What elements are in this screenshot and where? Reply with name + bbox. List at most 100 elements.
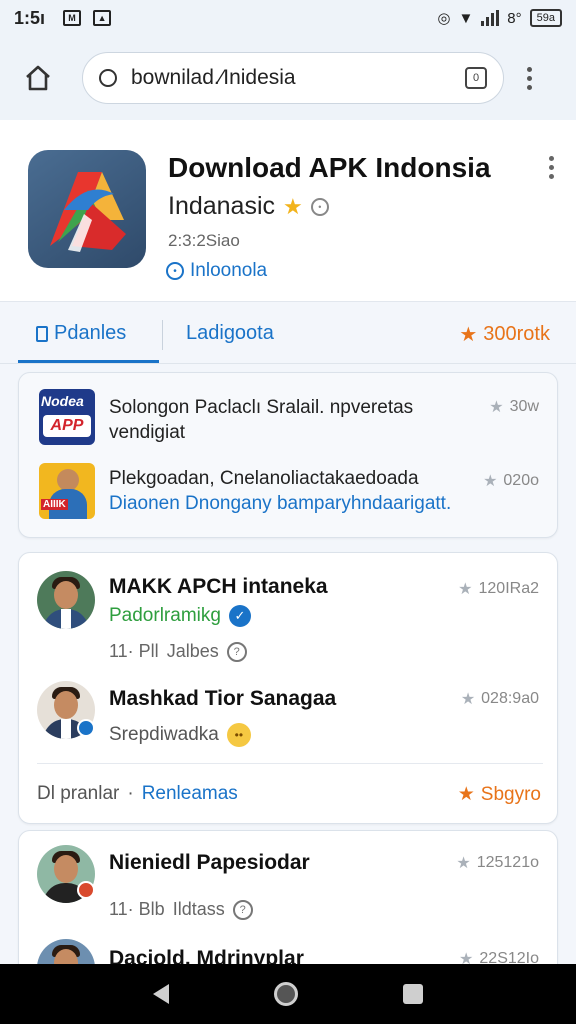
notification-icon: M bbox=[63, 10, 82, 26]
thumbnail-label: AIIIK bbox=[41, 499, 68, 510]
post-author[interactable]: Padorlramikg bbox=[109, 605, 221, 627]
list-item-title: Plekgoadan, Cnelanoliactakaedoada bbox=[109, 468, 419, 489]
thumbnail-label: APP bbox=[43, 415, 91, 437]
gallery-notification-icon: ▲ bbox=[93, 10, 112, 26]
info-icon[interactable]: • bbox=[310, 197, 329, 216]
browser-menu-button[interactable] bbox=[514, 66, 544, 90]
globe-icon: • bbox=[166, 262, 184, 280]
app-meta: 2:3:2Siao bbox=[168, 231, 240, 250]
app-title: Download APK Indonsia bbox=[168, 152, 491, 183]
status-right: ◎ ▼ 8° 59а bbox=[437, 9, 562, 27]
address-bar[interactable]: bownilad.∕Inidesia 0 bbox=[82, 52, 504, 104]
app-subtitle-row: Indanasiс ★ • bbox=[168, 192, 329, 221]
more-vert-icon bbox=[526, 66, 532, 72]
star-icon: ★ bbox=[460, 691, 476, 708]
rating-value: 028:9a0 bbox=[481, 690, 539, 707]
tab-divider bbox=[162, 320, 163, 350]
tab-rating-value: 300rotk bbox=[483, 323, 550, 345]
featured-apps-card: Nodea APP Solongon Paclaclı Sralail. npv… bbox=[18, 372, 558, 538]
battery-icon: 59а bbox=[529, 9, 562, 27]
rating-value: 30w bbox=[509, 398, 539, 415]
vibrate-icon: ◎ bbox=[437, 10, 451, 27]
thumbnail-text: Nodea bbox=[41, 393, 84, 409]
status-badge-icon bbox=[77, 881, 95, 899]
footer-link[interactable]: Renleamas bbox=[142, 783, 238, 805]
app-thumbnail[interactable]: AIIIK bbox=[39, 463, 95, 519]
footer-rating[interactable]: ★ Sbgyro bbox=[458, 783, 541, 806]
more-vert-icon bbox=[549, 156, 554, 161]
card-footer: Dl pranlar · Renleamas bbox=[37, 783, 238, 805]
post-rating: ★ 028:9a0 bbox=[461, 689, 539, 709]
tab-label: Pdanles bbox=[54, 322, 127, 344]
avatar[interactable] bbox=[37, 571, 95, 629]
post-title[interactable]: MAKK APCH intaneka bbox=[109, 575, 328, 599]
home-button[interactable] bbox=[14, 54, 62, 102]
app-logo[interactable] bbox=[28, 150, 146, 268]
post-subtitle-row: Padorlramikg ✓ bbox=[109, 605, 251, 627]
post-meta-date: 11· Pll bbox=[109, 641, 159, 661]
star-icon: ★ bbox=[459, 324, 478, 346]
list-item-rating: ★ 30w bbox=[489, 397, 539, 417]
list-item-text[interactable]: Plekgoadan, Cnelanoliactakaedoada Diaone… bbox=[109, 466, 489, 516]
verified-badge-icon bbox=[77, 719, 95, 737]
post-meta: 11· Pll Jalbes ? bbox=[109, 641, 247, 662]
rating-value: 120IRa2 bbox=[478, 580, 540, 597]
star-icon: ★ bbox=[457, 784, 475, 805]
footer-text: Dl pranlar bbox=[37, 783, 120, 804]
list-item-text[interactable]: Solongon Paclaclı Sralail. npveretas ven… bbox=[109, 395, 469, 445]
app-region-link[interactable]: • Inloonola bbox=[166, 260, 267, 282]
home-nav-icon[interactable] bbox=[273, 982, 298, 1006]
back-icon[interactable] bbox=[152, 984, 169, 1004]
status-extra-text: 8° bbox=[507, 9, 522, 27]
post-title[interactable]: Nieniedl Papesiodar bbox=[109, 851, 310, 875]
rating-value: 020o bbox=[503, 472, 539, 489]
tab-label: Ladigoota bbox=[186, 322, 274, 344]
status-time: 1:5ı bbox=[14, 7, 46, 28]
star-icon: ★ bbox=[456, 855, 471, 872]
search-icon bbox=[99, 69, 117, 87]
list-item-link[interactable]: Diaonen Dnongany bamparyhndaarigatt. bbox=[109, 493, 451, 514]
post-meta-label: Ildtass bbox=[172, 899, 225, 919]
post-rating: ★ 125121o bbox=[456, 853, 539, 873]
star-icon: ★ bbox=[483, 473, 498, 490]
post-rating: ★ 120IRa2 bbox=[458, 579, 539, 599]
post-meta: 11· Blb Ildtass ? bbox=[109, 899, 253, 920]
system-navigation-bar bbox=[0, 964, 576, 1024]
verified-badge-icon: ✓ bbox=[228, 605, 251, 627]
rating-value: 125121o bbox=[476, 854, 539, 871]
wifi-icon: ▼ bbox=[458, 9, 474, 27]
tab-rating[interactable]: ★ 300rotk bbox=[459, 322, 550, 347]
post-title[interactable]: Mashkad Tior Sanagaa bbox=[109, 687, 336, 711]
url-text[interactable]: bownilad.∕Inidesia bbox=[131, 66, 465, 90]
star-icon: ★ bbox=[489, 399, 504, 416]
post-subtitle-row: Srepdiwadka •• bbox=[109, 723, 251, 747]
list-item-rating: ★ 020o bbox=[483, 471, 539, 491]
star-icon: ★ bbox=[458, 581, 473, 598]
recents-icon[interactable] bbox=[403, 984, 424, 1004]
footer-rating-value: Sbgyro bbox=[480, 783, 541, 805]
tab-bar: Pdanles Ladigoota ★ 300rotk bbox=[0, 302, 576, 364]
document-icon bbox=[36, 325, 48, 342]
post-meta-date: 11· Blb bbox=[109, 899, 165, 919]
app-subtitle: Indanasiс bbox=[168, 192, 276, 220]
post-author[interactable]: Srepdiwadka bbox=[109, 724, 219, 746]
tab-switcher-button[interactable]: 0 bbox=[465, 67, 487, 89]
app-menu-button[interactable] bbox=[549, 156, 554, 179]
posts-card: MAKK APCH intaneka Padorlramikg ✓ 11· Pl… bbox=[18, 552, 558, 824]
tab-downloads[interactable]: Ladigoota bbox=[186, 322, 274, 345]
help-icon[interactable]: ? bbox=[226, 641, 247, 662]
app-header: Download APK Indonsia Indanasiс ★ • 2:3:… bbox=[0, 120, 576, 302]
browser-toolbar: bownilad.∕Inidesia 0 bbox=[0, 36, 576, 120]
emoji-icon: •• bbox=[226, 723, 251, 747]
star-icon: ★ bbox=[283, 193, 303, 219]
app-thumbnail[interactable]: Nodea APP bbox=[39, 389, 95, 445]
app-logo-graphic bbox=[50, 172, 126, 252]
help-icon[interactable]: ? bbox=[232, 899, 253, 920]
tab-details[interactable]: Pdanles bbox=[36, 322, 126, 345]
app-region-label: Inloonola bbox=[190, 260, 268, 281]
active-tab-indicator bbox=[18, 360, 159, 363]
post-meta-label: Jalbes bbox=[166, 641, 219, 661]
status-bar: 1:5ı M ▲ ◎ ▼ 8° 59а bbox=[0, 0, 576, 36]
signal-icon bbox=[481, 10, 500, 26]
divider bbox=[37, 763, 543, 764]
